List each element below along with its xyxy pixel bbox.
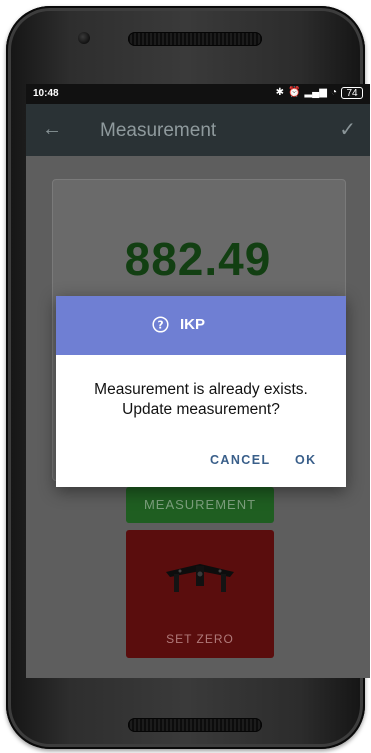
set-zero-label: SET ZERO — [166, 632, 234, 646]
confirm-dialog: ? IKP Measurement is already exists. Upd… — [56, 296, 346, 487]
dialog-message-line2: Update measurement? — [122, 401, 280, 418]
wifi-icon: ◔ — [330, 87, 337, 98]
phone-frame: 10:48 ✱ ⏰ ▂▄▆ ◔ 74 ← Measurement ✓ 882.4… — [6, 6, 370, 749]
cancel-button[interactable]: CANCEL — [210, 453, 270, 467]
check-icon[interactable]: ✓ — [339, 117, 356, 142]
svg-text:?: ? — [157, 319, 163, 331]
alarm-icon: ⏰ — [288, 87, 301, 98]
screen: 10:48 ✱ ⏰ ▂▄▆ ◔ 74 ← Measurement ✓ 882.4… — [26, 84, 370, 678]
battery-icon: 74 — [341, 87, 363, 99]
front-camera — [78, 32, 90, 44]
status-time: 10:48 — [33, 88, 59, 99]
measurement-value: 882.49 — [124, 233, 272, 285]
measurement-button[interactable]: MEASUREMENT — [126, 487, 274, 523]
signal-icon: ▂▄▆ — [304, 87, 327, 98]
bluetooth-icon: ✱ — [275, 87, 285, 98]
bottom-speaker — [128, 718, 262, 732]
back-arrow-icon[interactable]: ← — [42, 118, 62, 141]
set-zero-button[interactable]: SET ZERO — [126, 530, 274, 658]
ok-button[interactable]: OK — [295, 453, 317, 467]
dialog-header: ? IKP — [56, 296, 346, 355]
app-bar: ← Measurement ✓ — [26, 104, 370, 156]
dialog-actions: CANCEL OK — [56, 452, 346, 472]
page-title: Measurement — [100, 120, 217, 141]
dialog-message: Measurement is already exists. Update me… — [56, 380, 346, 420]
dialog-title: IKP — [180, 316, 206, 333]
caliper-device-icon — [166, 564, 234, 592]
status-bar: 10:48 ✱ ⏰ ▂▄▆ ◔ 74 — [26, 84, 370, 104]
help-circle-icon: ? — [152, 316, 169, 333]
top-speaker — [128, 32, 262, 46]
dialog-message-line1: Measurement is already exists. — [94, 381, 308, 398]
status-icons: ✱ ⏰ ▂▄▆ ◔ 74 — [276, 87, 363, 99]
